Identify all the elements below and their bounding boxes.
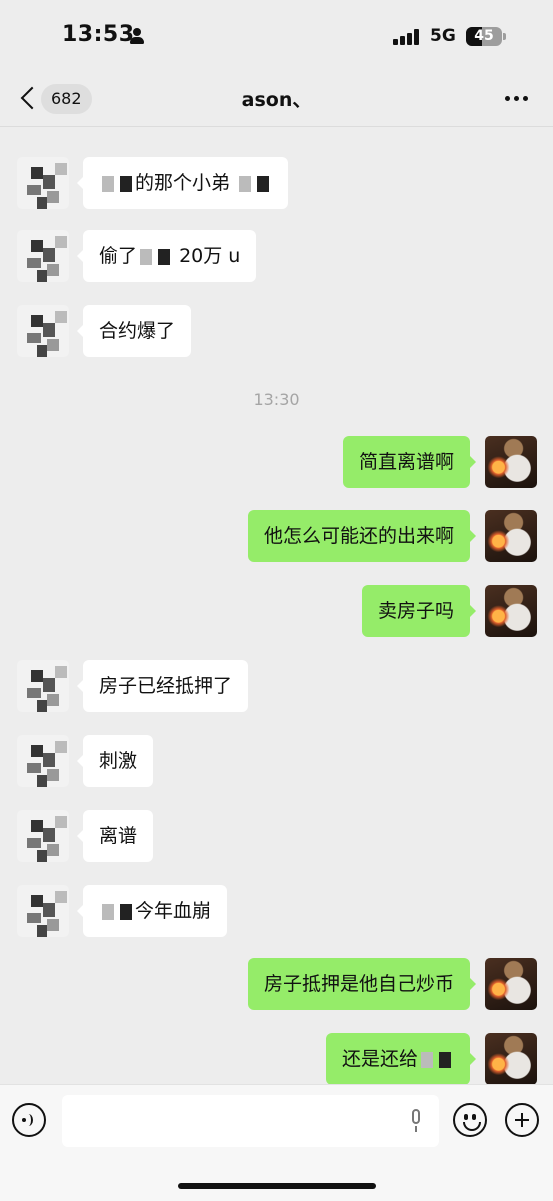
contact-avatar[interactable] (17, 885, 69, 937)
plus-icon[interactable] (505, 1103, 539, 1137)
message-text: 还是还给 (341, 1048, 418, 1070)
my-avatar[interactable] (485, 585, 537, 637)
redaction-mark (102, 903, 114, 920)
message-bubble[interactable]: 房子抵押是他自己炒币 (247, 958, 477, 1010)
redaction-mark (140, 248, 153, 265)
battery-tip (503, 33, 506, 40)
chat-title: ason、 (241, 89, 312, 111)
message-bubble[interactable]: 偷了 20万 u (76, 230, 257, 282)
redaction-mark (158, 248, 171, 265)
message-bubble[interactable]: 合约爆了 (76, 305, 192, 357)
message-bubble[interactable]: 卖房子吗 (361, 585, 477, 637)
message-bubble[interactable]: 的那个小弟 (76, 157, 289, 209)
message-input[interactable] (62, 1095, 439, 1147)
more-icon[interactable] (505, 96, 529, 102)
person-icon (130, 28, 144, 44)
back-icon[interactable] (20, 86, 44, 110)
battery-icon: 45 (466, 27, 502, 46)
my-avatar[interactable] (485, 1033, 537, 1085)
unread-count-badge[interactable]: 682 (41, 84, 92, 114)
redaction-mark (102, 175, 114, 192)
message-bubble[interactable]: 刺激 (76, 735, 154, 787)
message-text: 今年血崩 (135, 900, 212, 922)
redaction-mark (421, 1051, 433, 1068)
redaction-mark (439, 1051, 451, 1068)
chat-timestamp: 13:30 (253, 390, 300, 409)
redaction-mark (239, 175, 252, 192)
contact-avatar[interactable] (17, 660, 69, 712)
contact-avatar[interactable] (17, 735, 69, 787)
redaction-mark (120, 903, 132, 920)
message-bubble[interactable]: 房子已经抵押了 (76, 660, 249, 712)
voice-toggle-icon[interactable] (12, 1103, 46, 1137)
message-text: 的那个小弟 (135, 172, 231, 194)
battery-percent: 45 (474, 28, 494, 44)
redaction-mark (120, 175, 132, 192)
contact-avatar[interactable] (17, 810, 69, 862)
signal-icon (393, 29, 421, 45)
home-indicator[interactable] (178, 1183, 376, 1189)
message-text: 偷了 (99, 245, 138, 267)
my-avatar[interactable] (485, 436, 537, 488)
status-bar: 13:53 5G 45 (0, 0, 553, 76)
contact-avatar[interactable] (17, 305, 69, 357)
emoji-icon[interactable] (453, 1103, 487, 1137)
redaction-mark (257, 175, 270, 192)
message-bubble[interactable]: 简直离谱啊 (342, 436, 477, 488)
message-bubble[interactable]: 今年血崩 (76, 885, 228, 937)
contact-avatar[interactable] (17, 157, 69, 209)
status-time: 13:53 (62, 22, 135, 47)
message-bubble[interactable]: 他怎么可能还的出来啊 (247, 510, 477, 562)
message-text: 20万 u (179, 245, 241, 267)
message-bubble[interactable]: 还是还给 (325, 1033, 477, 1085)
message-bubble[interactable]: 离谱 (76, 810, 154, 862)
microphone-icon[interactable] (410, 1109, 422, 1133)
network-type: 5G (430, 26, 456, 46)
contact-avatar[interactable] (17, 230, 69, 282)
my-avatar[interactable] (485, 510, 537, 562)
chat-header: 682 ason、 (0, 76, 553, 127)
my-avatar[interactable] (485, 958, 537, 1010)
